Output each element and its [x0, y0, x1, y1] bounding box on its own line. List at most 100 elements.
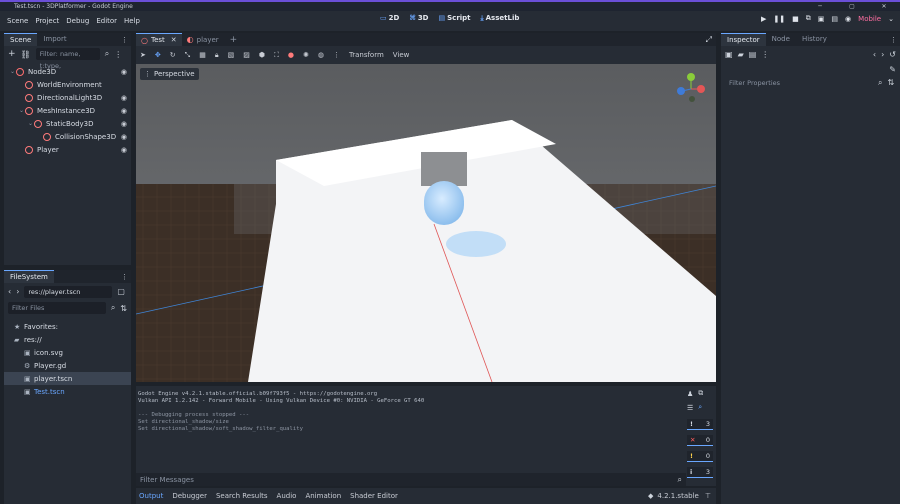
log-filter-toggle[interactable]: i3	[687, 467, 713, 478]
file-filter-input[interactable]: Filter Files	[8, 302, 106, 314]
scene-node[interactable]: ⌄ MeshInstance3D ◉	[4, 104, 131, 117]
edit-icon[interactable]: ✎	[889, 65, 896, 74]
file-item[interactable]: ★ Favorites:	[4, 320, 131, 333]
bottom-tab-animation[interactable]: Animation	[305, 492, 341, 500]
movie-maker-icon[interactable]: ◉	[845, 15, 851, 23]
file-item[interactable]: ⚙ Player.gd	[4, 359, 131, 372]
more-icon[interactable]: ⋮	[333, 51, 340, 59]
scene-filter-input[interactable]: Filter: name, t:type,	[35, 48, 100, 70]
forward-icon[interactable]: ›	[16, 287, 19, 296]
move-tool-icon[interactable]: ✥	[155, 51, 161, 59]
scene-node[interactable]: CollisionShape3D ◉	[4, 130, 131, 143]
rotate-tool-icon[interactable]: ↻	[170, 51, 176, 59]
open-folder-icon[interactable]: ▰	[738, 50, 744, 59]
dock-menu-icon[interactable]: ⋮	[121, 36, 128, 44]
selectable-tool-icon[interactable]: ▦	[199, 51, 206, 59]
search-icon[interactable]: ⌕	[105, 49, 109, 59]
scene-node[interactable]: WorldEnvironment	[4, 78, 131, 91]
dock-menu-icon[interactable]: ⋮	[121, 273, 128, 281]
new-resource-icon[interactable]: ▣	[725, 50, 733, 59]
sun-preview-icon[interactable]: ●	[288, 51, 294, 59]
3d-viewport[interactable]: ⋮ Perspective	[136, 64, 716, 382]
filter-messages-input[interactable]: Filter Messages	[140, 476, 194, 484]
mode-2d-button[interactable]: ▭ 2D	[380, 14, 399, 23]
tab-inspector[interactable]: Inspector	[721, 33, 766, 46]
clear-log-icon[interactable]: ♟	[687, 390, 693, 398]
scene-node[interactable]: ⌄ Node3D ◉	[4, 65, 131, 78]
group-icon[interactable]: ▧	[228, 51, 235, 59]
menu-editor[interactable]: Editor	[96, 17, 117, 25]
tab-scene[interactable]: Scene	[4, 33, 38, 46]
file-item[interactable]: ▣ player.tscn	[4, 372, 131, 385]
search-icon[interactable]: ⌕	[111, 303, 115, 313]
perspective-menu[interactable]: ⋮ Perspective	[140, 68, 199, 80]
visibility-eye-icon[interactable]: ◉	[121, 68, 127, 76]
play-scene-icon[interactable]: ▣	[818, 15, 825, 23]
split-view-icon[interactable]: ▢	[117, 287, 125, 296]
visibility-eye-icon[interactable]: ◉	[121, 146, 127, 154]
file-item[interactable]: ▣ Test.tscn	[4, 385, 131, 398]
save-icon[interactable]: ▤	[749, 50, 757, 59]
bottom-tab-output[interactable]: Output	[139, 492, 163, 500]
search-icon[interactable]: ⌕	[698, 403, 702, 412]
environment-preview-icon[interactable]: ✺	[303, 51, 309, 59]
bottom-tab-shader-editor[interactable]: Shader Editor	[350, 492, 398, 500]
log-filter-toggle[interactable]: ! 0	[687, 451, 713, 462]
copy-icon[interactable]: ⧉	[698, 389, 703, 398]
snap-icon[interactable]: ⛶	[274, 51, 279, 60]
back-icon[interactable]: ‹	[8, 287, 11, 296]
scale-tool-icon[interactable]: ⤡	[185, 51, 191, 60]
tab-history[interactable]: History	[796, 33, 833, 46]
file-item[interactable]: ▣ icon.svg	[4, 346, 131, 359]
maximize-icon[interactable]: ▢	[836, 3, 868, 10]
pause-icon[interactable]: ❚❚	[773, 15, 785, 23]
sort-icon[interactable]: ⇅	[887, 78, 894, 87]
more-icon[interactable]: ⋮	[114, 50, 122, 59]
scene-node[interactable]: Player ◉	[4, 143, 131, 156]
bottom-tab-audio[interactable]: Audio	[277, 492, 297, 500]
forward-icon[interactable]: ›	[881, 50, 884, 59]
dock-menu-icon[interactable]: ⋮	[890, 36, 897, 44]
filter-properties-input[interactable]: Filter Properties	[725, 77, 873, 89]
select-tool-icon[interactable]: ➤	[140, 51, 146, 59]
stop-icon[interactable]: ■	[792, 15, 799, 23]
remote-debug-icon[interactable]: ⧉	[806, 14, 811, 23]
path-field[interactable]: res://player.tscn	[24, 285, 113, 298]
visibility-eye-icon[interactable]: ◉	[121, 133, 127, 141]
mode-script-button[interactable]: ▤ Script	[439, 14, 471, 23]
menu-project[interactable]: Project	[35, 17, 59, 25]
visibility-eye-icon[interactable]: ◉	[121, 120, 127, 128]
play-icon[interactable]: ▶	[761, 15, 766, 23]
menu-scene[interactable]: Scene	[7, 17, 28, 25]
history-icon[interactable]: ↺	[889, 50, 896, 59]
menu-help[interactable]: Help	[124, 17, 140, 25]
play-custom-scene-icon[interactable]: ▤	[831, 15, 838, 23]
minimize-icon[interactable]: ─	[804, 3, 836, 10]
globe-icon[interactable]: ◍	[318, 51, 324, 59]
more-icon[interactable]: ⋮	[761, 50, 769, 59]
view-menu[interactable]: View	[393, 51, 410, 59]
sort-icon[interactable]: ⇅	[120, 304, 127, 313]
log-filter-toggle[interactable]: ! 3	[687, 419, 713, 430]
link-icon[interactable]: ⛓	[21, 50, 31, 59]
tab-node[interactable]: Node	[766, 33, 796, 46]
pin-icon[interactable]: ⊤	[705, 492, 711, 500]
scene-node[interactable]: DirectionalLight3D ◉	[4, 91, 131, 104]
close-icon[interactable]: ✕	[171, 36, 177, 44]
close-window-icon[interactable]: ✕	[868, 3, 900, 10]
bottom-tab-search-results[interactable]: Search Results	[216, 492, 268, 500]
ungroup-icon[interactable]: ▨	[243, 51, 250, 59]
log-filter-toggle[interactable]: ✕ 0	[687, 435, 713, 446]
renderer-select[interactable]: Mobile	[858, 15, 881, 23]
lock-icon[interactable]: 🔒︎	[215, 51, 219, 60]
distraction-free-icon[interactable]: ⤢	[706, 35, 712, 45]
chevron-down-icon[interactable]: ⌄	[888, 15, 894, 23]
back-icon[interactable]: ‹	[873, 50, 876, 59]
add-node-icon[interactable]: +	[8, 49, 16, 59]
bottom-tab-debugger[interactable]: Debugger	[172, 492, 207, 500]
tab-player-scene[interactable]: ◐ player	[182, 33, 224, 46]
visibility-eye-icon[interactable]: ◉	[121, 94, 127, 102]
tab-import[interactable]: Import	[37, 33, 72, 46]
tab-filesystem[interactable]: FileSystem	[4, 270, 54, 283]
local-space-icon[interactable]: ⬢	[259, 51, 265, 59]
